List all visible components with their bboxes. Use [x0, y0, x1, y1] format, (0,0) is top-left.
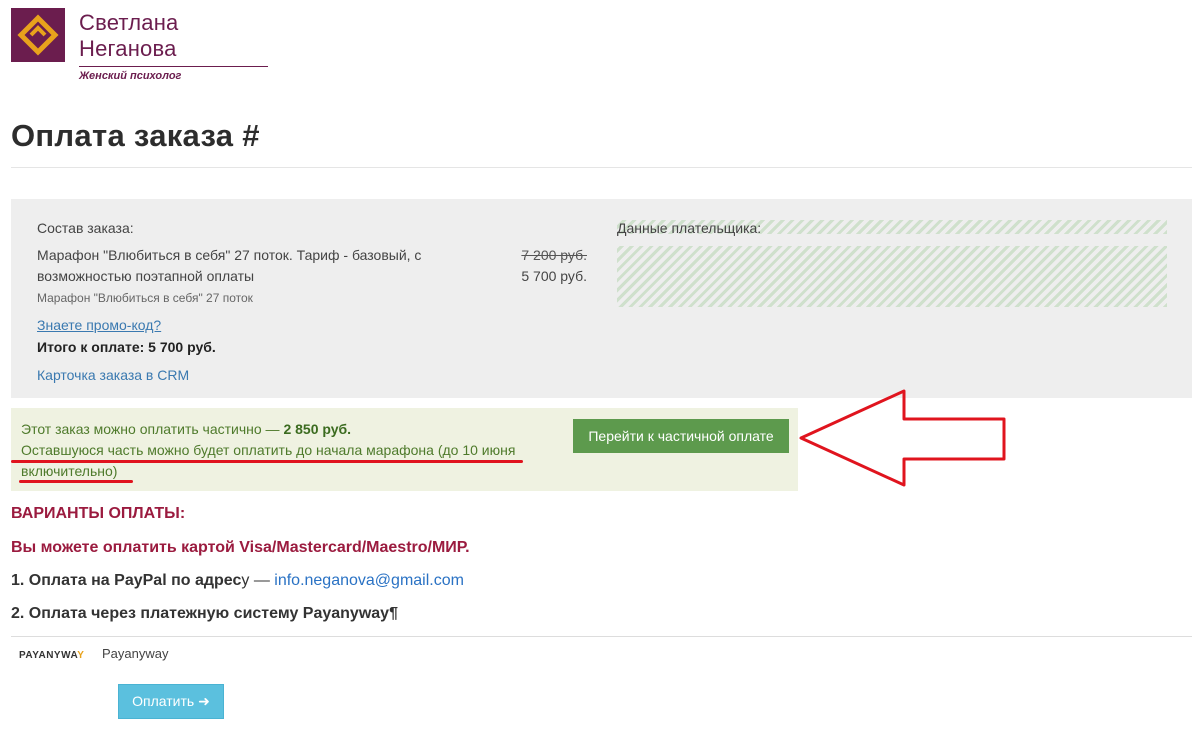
- title-divider: [11, 167, 1192, 168]
- partial-payment-text: Этот заказ можно оплатить частично — 2 8…: [21, 419, 351, 440]
- payer-data-placeholder: [617, 246, 1167, 307]
- paypal-suffix: у —: [241, 572, 275, 589]
- payment-cards-text: Вы можете оплатить картой Visa/Mastercar…: [11, 539, 470, 556]
- payment-divider: [11, 636, 1192, 637]
- order-item-name: Марафон "Влюбиться в себя" 27 поток. Тар…: [37, 247, 422, 284]
- pay-button-label: Оплатить: [132, 693, 195, 709]
- payanyway-logo-accent: Y: [77, 650, 85, 661]
- paypal-email-link[interactable]: info.neganova@gmail.com: [274, 572, 464, 589]
- crm-card-link[interactable]: Карточка заказа в CRM: [37, 367, 189, 383]
- promo-code-link[interactable]: Знаете промо-код?: [37, 317, 161, 333]
- partial-payment-button[interactable]: Перейти к частичной оплате: [573, 419, 789, 453]
- order-item-subtitle: Марафон "Влюбиться в себя" 27 поток: [37, 291, 253, 305]
- payer-data-label: Данные плательщика:: [617, 220, 762, 236]
- annotation-underline: [11, 460, 523, 463]
- annotation-arrow-icon: [799, 389, 1006, 487]
- brand-logo-icon[interactable]: [11, 8, 65, 62]
- annotation-underline: [19, 480, 133, 483]
- order-composition-label: Состав заказа:: [37, 220, 134, 236]
- order-panel: Состав заказа: Марафон "Влюбиться в себя…: [11, 199, 1192, 398]
- pay-button[interactable]: Оплатить ➜: [118, 684, 224, 719]
- brand-name: Светлана Неганова: [79, 10, 179, 61]
- payment-variants-title: ВАРИАНТЫ ОПЛАТЫ:: [11, 505, 186, 522]
- payanyway-logo-main: PAYANYWA: [19, 650, 78, 661]
- partial-payment-amount: 2 850 руб.: [283, 421, 352, 437]
- new-price: 5 700 руб.: [521, 268, 587, 284]
- partial-payment-prefix: Этот заказ можно оплатить частично —: [21, 421, 284, 437]
- payanyway-line: 2. Оплата через платежную систему Payany…: [11, 605, 398, 622]
- brand-block[interactable]: Светлана Неганова Женский психолог: [79, 10, 268, 82]
- page-title: Оплата заказа #: [11, 118, 260, 153]
- partial-payment-box: Этот заказ можно оплатить частично — 2 8…: [11, 408, 798, 491]
- paypal-line: 1. Оплата на PayPal по адресу — info.neg…: [11, 572, 464, 590]
- old-price: 7 200 руб.: [521, 247, 587, 263]
- paypal-prefix: 1. Оплата на PayPal по адрес: [11, 572, 242, 589]
- payanyway-logo[interactable]: PAYANYWAY: [19, 650, 84, 661]
- brand-divider: [79, 66, 268, 67]
- brand-subtitle: Женский психолог: [79, 70, 182, 82]
- arrow-right-icon: ➜: [198, 693, 210, 709]
- order-total: Итого к оплате: 5 700 руб.: [37, 339, 216, 355]
- payment-method-name[interactable]: Payanyway: [102, 646, 168, 661]
